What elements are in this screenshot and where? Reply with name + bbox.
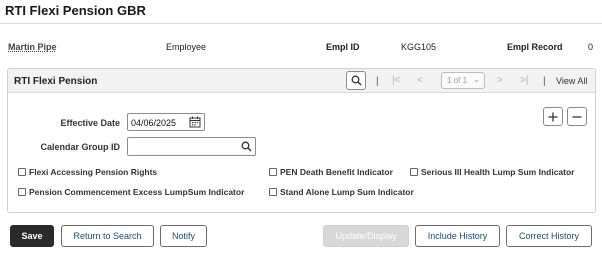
emplrec-label: Empl Record bbox=[507, 42, 563, 52]
page-select[interactable]: 1 of 1 ⌄ bbox=[441, 72, 485, 89]
checkbox-box[interactable] bbox=[269, 168, 277, 176]
previous-icon[interactable]: < bbox=[417, 75, 423, 86]
next-icon[interactable]: > bbox=[497, 75, 503, 86]
save-button[interactable]: Save bbox=[10, 225, 54, 247]
checkbox-label: Flexi Accessing Pension Rights bbox=[29, 167, 158, 177]
checkbox-label: PEN Death Benefit Indicator bbox=[280, 167, 393, 177]
delete-row-button[interactable] bbox=[567, 107, 587, 126]
pension-commencement-checkbox[interactable]: Pension Commencement Excess LumpSum Indi… bbox=[18, 187, 244, 197]
chevron-down-icon: ⌄ bbox=[473, 75, 480, 84]
panel-title: RTI Flexi Pension bbox=[14, 76, 98, 87]
checkbox-box[interactable] bbox=[18, 188, 26, 196]
emplid-label: Empl ID bbox=[326, 42, 360, 52]
emplid-value: KGG105 bbox=[401, 42, 437, 52]
serious-ill-health-checkbox[interactable]: Serious Ill Health Lump Sum Indicator bbox=[410, 167, 575, 177]
employee-info: Martin Pipe Employee Empl ID KGG105 Empl… bbox=[0, 38, 602, 58]
flexi-pension-panel: RTI Flexi Pension | |< < 1 of 1 ⌄ > >| |… bbox=[7, 68, 596, 213]
effective-date-value: 04/06/2025 bbox=[131, 118, 177, 128]
add-icon bbox=[548, 112, 558, 121]
last-icon[interactable]: >| bbox=[520, 75, 528, 86]
pen-death-benefit-checkbox[interactable]: PEN Death Benefit Indicator bbox=[269, 167, 393, 177]
checkbox-box[interactable] bbox=[269, 188, 277, 196]
update-display-button: Update/Display bbox=[323, 225, 409, 247]
calendar-group-label: Calendar Group ID bbox=[40, 142, 120, 152]
page-title: RTI Flexi Pension GBR bbox=[5, 3, 146, 18]
effective-date-label: Effective Date bbox=[60, 118, 120, 128]
search-icon bbox=[351, 75, 361, 86]
correct-history-button[interactable]: Correct History bbox=[506, 225, 592, 247]
checkbox-box[interactable] bbox=[18, 168, 26, 176]
calendar-icon[interactable] bbox=[189, 116, 201, 128]
find-button[interactable] bbox=[346, 71, 366, 90]
employee-name[interactable]: Martin Pipe bbox=[8, 42, 57, 52]
checkbox-label: Serious Ill Health Lump Sum Indicator bbox=[421, 167, 575, 177]
search-icon[interactable] bbox=[241, 141, 252, 152]
separator: | bbox=[543, 76, 546, 87]
include-history-button[interactable]: Include History bbox=[415, 225, 500, 247]
notify-button[interactable]: Notify bbox=[160, 225, 207, 247]
emplrec-value: 0 bbox=[588, 42, 594, 52]
checkbox-label: Stand Alone Lump Sum Indicator bbox=[280, 187, 414, 197]
separator: | bbox=[376, 76, 379, 87]
page-header: RTI Flexi Pension GBR bbox=[0, 0, 602, 24]
checkbox-box[interactable] bbox=[410, 168, 418, 176]
checkbox-label: Pension Commencement Excess LumpSum Indi… bbox=[29, 187, 245, 197]
view-all-link[interactable]: View All bbox=[556, 76, 587, 86]
first-icon[interactable]: |< bbox=[392, 75, 400, 86]
panel-header: RTI Flexi Pension | |< < 1 of 1 ⌄ > >| |… bbox=[8, 69, 595, 93]
effective-date-field[interactable]: 04/06/2025 bbox=[127, 113, 205, 131]
page-select-value: 1 of 1 bbox=[447, 76, 468, 85]
return-to-search-button[interactable]: Return to Search bbox=[61, 225, 154, 247]
flexi-accessing-checkbox[interactable]: Flexi Accessing Pension Rights bbox=[18, 167, 157, 177]
delete-icon bbox=[572, 115, 582, 118]
calendar-group-field[interactable] bbox=[127, 137, 256, 156]
stand-alone-lump-sum-checkbox[interactable]: Stand Alone Lump Sum Indicator bbox=[269, 187, 414, 197]
employee-type: Employee bbox=[166, 42, 207, 52]
add-row-button[interactable] bbox=[543, 107, 563, 126]
